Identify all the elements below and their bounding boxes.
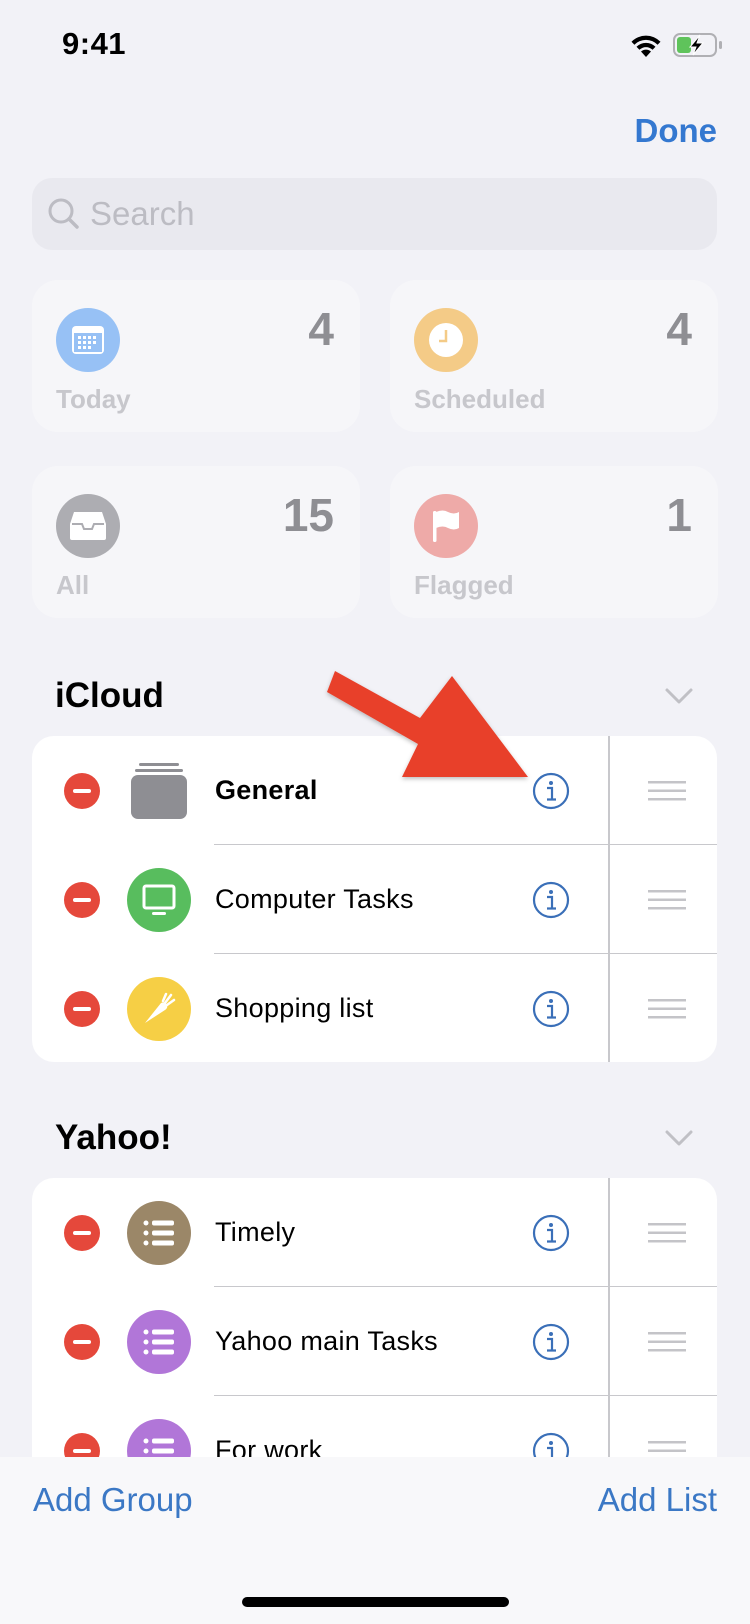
icloud-list-card: General Computer Tasks Shopping list (32, 736, 717, 1062)
info-icon[interactable] (532, 1214, 570, 1252)
add-group-button[interactable]: Add Group (33, 1481, 193, 1519)
flag-icon (414, 494, 478, 558)
list-name: Computer Tasks (215, 884, 414, 914)
delete-button[interactable] (64, 1323, 100, 1360)
smart-list-scheduled[interactable]: 4 Scheduled (390, 280, 718, 432)
smart-list-flagged[interactable]: 1 Flagged (390, 466, 718, 618)
chevron-down-icon[interactable] (664, 686, 694, 706)
list-name: General (215, 775, 318, 805)
search-bar[interactable] (32, 178, 717, 250)
info-icon[interactable] (532, 1323, 570, 1361)
battery-charging-icon (673, 33, 722, 57)
reorder-handle-icon[interactable] (648, 780, 686, 802)
add-list-button[interactable]: Add List (598, 1481, 717, 1519)
all-label: All (56, 570, 90, 600)
today-count: 4 (308, 303, 334, 355)
list-name: Timely (215, 1217, 296, 1247)
today-label: Today (56, 384, 131, 414)
list-name: Yahoo main Tasks (215, 1326, 438, 1356)
list-row-yahoo-main-tasks[interactable]: Yahoo main Tasks (32, 1287, 717, 1396)
status-time: 9:41 (62, 26, 127, 61)
stack-icon (127, 759, 191, 823)
list-row-computer-tasks[interactable]: Computer Tasks (32, 845, 717, 954)
wifi-icon (631, 35, 661, 57)
carrot-icon (127, 976, 191, 1041)
reorder-handle-icon[interactable] (648, 1222, 686, 1244)
delete-button[interactable] (64, 881, 100, 918)
flagged-label: Flagged (414, 570, 514, 600)
list-name: Shopping list (215, 993, 374, 1023)
list-row-timely[interactable]: Timely (32, 1178, 717, 1287)
all-count: 15 (282, 489, 334, 541)
calendar-icon (56, 308, 120, 372)
list-row-shopping-list[interactable]: Shopping list (32, 954, 717, 1062)
scheduled-label: Scheduled (414, 384, 546, 414)
flagged-count: 1 (666, 489, 692, 541)
delete-button[interactable] (64, 1214, 100, 1251)
chevron-down-icon[interactable] (664, 1128, 694, 1148)
info-icon[interactable] (532, 990, 570, 1028)
reorder-handle-icon[interactable] (648, 889, 686, 911)
bottom-toolbar: Add Group Add List (0, 1457, 750, 1624)
reorder-handle-icon[interactable] (648, 1331, 686, 1353)
smart-list-today[interactable]: 4 Today (32, 280, 360, 432)
info-icon[interactable] (532, 881, 570, 919)
clock-icon (414, 308, 478, 372)
smart-list-all[interactable]: 15 All (32, 466, 360, 618)
group-header-yahoo: Yahoo! (55, 1118, 172, 1157)
status-bar: 9:41 (0, 0, 750, 90)
home-indicator[interactable] (242, 1597, 509, 1607)
delete-button[interactable] (64, 772, 100, 809)
done-button[interactable]: Done (635, 112, 718, 150)
reorder-handle-icon[interactable] (648, 998, 686, 1020)
list-row-general[interactable]: General (32, 736, 717, 845)
list-bullet-icon (127, 1200, 191, 1265)
tray-icon (56, 494, 120, 558)
delete-button[interactable] (64, 990, 100, 1027)
search-icon (48, 198, 79, 229)
search-input[interactable] (90, 195, 670, 233)
list-bullet-icon (127, 1309, 191, 1374)
info-icon[interactable] (532, 772, 570, 810)
desktop-icon (127, 867, 191, 932)
group-header-icloud: iCloud (55, 676, 164, 715)
scheduled-count: 4 (666, 303, 692, 355)
